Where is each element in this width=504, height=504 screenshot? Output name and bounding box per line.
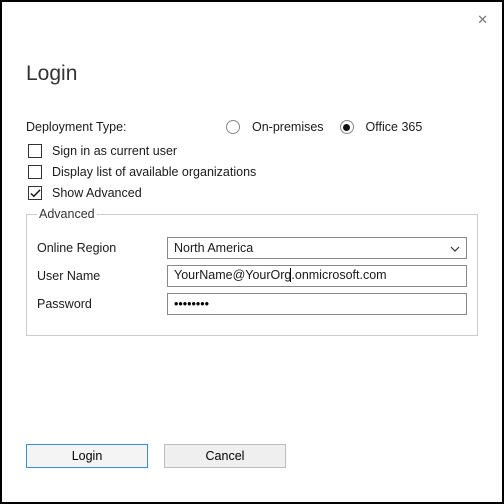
login-dialog: Login Deployment Type: On-premises Offic… xyxy=(2,2,502,356)
password-input[interactable] xyxy=(167,293,467,315)
online-region-row: Online Region North America xyxy=(37,237,467,259)
checkbox-sign-in-current-label: Sign in as current user xyxy=(52,144,177,158)
user-name-value-after: .onmicrosoft.com xyxy=(291,268,386,282)
user-name-value-before: YourName@YourOrg xyxy=(174,268,291,282)
checkbox-row-display-orgs: Display list of available organizations xyxy=(26,165,478,179)
checkbox-display-orgs-label: Display list of available organizations xyxy=(52,165,256,179)
radio-office-365[interactable] xyxy=(340,120,354,134)
user-name-input[interactable]: YourName@YourOrg.onmicrosoft.com xyxy=(167,265,467,287)
checkbox-row-sign-in: Sign in as current user xyxy=(26,144,478,158)
dialog-buttons: Login Cancel xyxy=(26,444,286,468)
password-label: Password xyxy=(37,297,167,311)
checkbox-show-advanced-label: Show Advanced xyxy=(52,186,142,200)
checkbox-row-show-advanced: Show Advanced xyxy=(26,186,478,200)
deployment-type-label: Deployment Type: xyxy=(26,120,226,134)
chevron-down-icon xyxy=(450,241,460,255)
page-title: Login xyxy=(26,62,478,86)
radio-on-premises[interactable] xyxy=(226,120,240,134)
user-name-row: User Name YourName@YourOrg.onmicrosoft.c… xyxy=(37,265,467,287)
user-name-label: User Name xyxy=(37,269,167,283)
radio-on-premises-label: On-premises xyxy=(252,120,324,134)
login-button[interactable]: Login xyxy=(26,444,148,468)
deployment-type-row: Deployment Type: On-premises Office 365 xyxy=(26,120,478,134)
password-row: Password xyxy=(37,293,467,315)
online-region-label: Online Region xyxy=(37,241,167,255)
advanced-legend: Advanced xyxy=(37,207,97,221)
online-region-value: North America xyxy=(174,241,253,255)
checkbox-sign-in-current[interactable] xyxy=(28,144,42,158)
close-icon[interactable]: ✕ xyxy=(477,13,488,26)
cancel-button[interactable]: Cancel xyxy=(164,444,286,468)
checkbox-display-orgs[interactable] xyxy=(28,165,42,179)
advanced-fieldset: Advanced Online Region North America Use… xyxy=(26,207,478,336)
checkbox-show-advanced[interactable] xyxy=(28,186,42,200)
deployment-type-radio-group: On-premises Office 365 xyxy=(226,120,426,134)
radio-office-365-label: Office 365 xyxy=(366,120,423,134)
online-region-select[interactable]: North America xyxy=(167,237,467,259)
